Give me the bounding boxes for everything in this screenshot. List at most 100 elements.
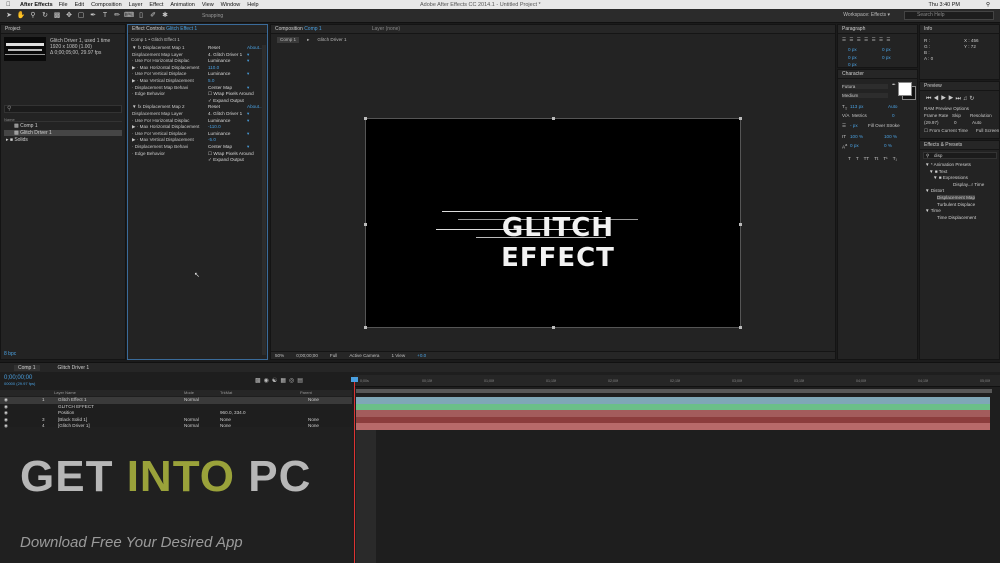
effect-property-row[interactable]: Displacement Map Layer 4. Glitch Driver 1… bbox=[132, 111, 262, 118]
bit-depth-button[interactable]: 8 bpc bbox=[4, 351, 16, 357]
baseline-shift-value[interactable]: 0 px bbox=[850, 143, 859, 148]
layer-mode-select[interactable]: Normal bbox=[184, 417, 199, 424]
visibility-eye-icon[interactable]: ◉ bbox=[4, 410, 8, 417]
full-screen-checkbox[interactable]: Full Screen bbox=[976, 128, 999, 133]
layer-duration-bar[interactable] bbox=[356, 397, 990, 404]
effect-property-row[interactable]: · Use For Vertical Displace Luminance ▾ bbox=[132, 131, 262, 138]
menu-help[interactable]: Help bbox=[247, 2, 258, 8]
effect-property-row[interactable]: ✓ Expand Output bbox=[132, 98, 262, 105]
loop-icon[interactable]: ↻ bbox=[969, 96, 976, 102]
frame-blending-icon[interactable]: ▦ bbox=[280, 378, 289, 384]
space-before[interactable]: 0 px bbox=[848, 55, 857, 60]
puppet-tool-icon[interactable]: ✱ bbox=[160, 11, 170, 20]
effect-property-row[interactable]: ▼ fx Displacement Map 1 Reset About... bbox=[132, 45, 263, 52]
ram-preview-options[interactable]: RAM Preview Options bbox=[924, 106, 969, 111]
project-search-input[interactable]: ⚲ bbox=[4, 105, 122, 113]
property-value[interactable]: Reset bbox=[208, 104, 220, 111]
magnification-select[interactable]: 50% bbox=[275, 353, 284, 358]
glitch-text-layer[interactable]: GLITCH EFFECT bbox=[448, 213, 668, 273]
layer-mode-select[interactable]: Normal bbox=[184, 397, 199, 404]
project-item-solids-folder[interactable]: ▸ ■ Solids bbox=[4, 137, 122, 143]
timeline-layer-row[interactable]: ◉ 3 [Black Solid 1] Normal None None bbox=[0, 417, 352, 424]
selection-tool-icon[interactable]: ➤ bbox=[4, 11, 14, 20]
menu-view[interactable]: View bbox=[202, 2, 214, 8]
effect-property-row[interactable]: · Use For Vertical Displace Luminance ▾ bbox=[132, 71, 262, 78]
pen-tool-icon[interactable]: ✒ bbox=[88, 11, 98, 20]
stroke-width-value[interactable]: - px bbox=[850, 123, 858, 128]
resolution-select[interactable]: Full bbox=[330, 353, 337, 358]
exposure-value[interactable]: +0.0 bbox=[417, 353, 426, 358]
skip-select[interactable]: 0 bbox=[954, 120, 957, 125]
brush-tool-icon[interactable]: ✏ bbox=[112, 11, 122, 20]
resolution-select[interactable]: Auto bbox=[972, 120, 981, 125]
views-select[interactable]: 1 View bbox=[391, 353, 405, 358]
property-value[interactable]: 110.0 bbox=[208, 65, 219, 72]
layer-duration-bar[interactable] bbox=[356, 403, 990, 411]
current-time-indicator-head[interactable] bbox=[351, 377, 358, 382]
font-size-value[interactable]: 113 px bbox=[850, 104, 863, 109]
timeline-layer-row[interactable]: ◉ 1 Glitch Effect 1 Normal None bbox=[0, 397, 352, 404]
effect-property-row[interactable]: ▶ · Max Horizontal Displacement 110.0 bbox=[132, 65, 262, 72]
tab-paragraph[interactable]: Paragraph bbox=[842, 26, 865, 32]
tab-effect-controls[interactable]: Effect Controls Glitch Effect 1 bbox=[132, 26, 197, 32]
effect-property-row[interactable]: · Use For Horizontal Displac Luminance ▾ bbox=[132, 118, 262, 125]
zoom-tool-icon[interactable]: ⚲ bbox=[28, 11, 38, 20]
pan-behind-tool-icon[interactable]: ✥ bbox=[64, 11, 74, 20]
layer-duration-bar[interactable] bbox=[356, 423, 990, 430]
composition-viewer[interactable]: GLITCH EFFECT bbox=[271, 55, 835, 359]
menu-file[interactable]: File bbox=[59, 2, 68, 8]
tab-layer[interactable]: Layer (none) bbox=[372, 26, 400, 32]
work-area-bar[interactable] bbox=[356, 389, 992, 393]
clone-tool-icon[interactable]: ⌨ bbox=[124, 11, 134, 20]
indent-left[interactable]: 0 px bbox=[848, 47, 857, 52]
composition-canvas[interactable]: GLITCH EFFECT bbox=[364, 117, 742, 329]
timeline-layer-row[interactable]: ◉ 4 [Glitch Driver 1] Normal None None bbox=[0, 423, 352, 430]
visibility-eye-icon[interactable]: ◉ bbox=[4, 417, 8, 424]
tab-preview[interactable]: Preview bbox=[924, 83, 942, 89]
layer-duration-bar[interactable] bbox=[356, 416, 990, 424]
effect-property-row[interactable]: · Use For Horizontal Displac Luminance ▾ bbox=[132, 58, 262, 65]
layer-parent-select[interactable]: None bbox=[308, 423, 319, 430]
tab-project[interactable]: Project bbox=[5, 26, 21, 32]
graph-editor-icon[interactable]: ▤ bbox=[297, 378, 306, 384]
draft-3d-icon[interactable]: ◉ bbox=[264, 378, 272, 384]
layer-parent-select[interactable]: None bbox=[308, 417, 319, 424]
property-value[interactable]: Luminance bbox=[208, 58, 230, 65]
property-value[interactable]: Center Map bbox=[208, 144, 232, 151]
breadcrumb-layer[interactable]: Glitch Driver 1 bbox=[317, 37, 346, 43]
effect-property-row[interactable]: · Edge Behavior ☐ Wrap Pixels Around bbox=[132, 91, 262, 98]
motion-blur-icon[interactable]: ◎ bbox=[289, 378, 297, 384]
property-extra[interactable]: ▾ bbox=[247, 71, 249, 78]
workspace-selector[interactable]: Workspace: Effects ▾ bbox=[843, 12, 890, 18]
tab-effects-presets[interactable]: Effects & Presets bbox=[924, 142, 962, 148]
effect-property-row[interactable]: ▶ · Max Vertical Displacement 5.0 bbox=[132, 78, 262, 85]
mask-tool-icon[interactable]: ▢ bbox=[76, 11, 86, 20]
effect-property-row[interactable]: Displacement Map Layer 4. Glitch Driver 1… bbox=[132, 52, 262, 59]
layer-mode-select[interactable]: Normal bbox=[184, 423, 199, 430]
property-extra[interactable]: ▾ bbox=[247, 118, 249, 125]
effects-tree-item[interactable]: ▼ ■ Expressions bbox=[933, 175, 968, 180]
property-value[interactable]: -5.0 bbox=[208, 137, 216, 144]
fill-color-swatch[interactable] bbox=[898, 82, 912, 96]
space-after[interactable]: 0 px bbox=[882, 55, 891, 60]
effect-property-row[interactable]: ▶ · Max Horizontal Displacement -110.0 bbox=[132, 124, 262, 131]
property-value[interactable]: 4. Glitch Driver 1 bbox=[208, 111, 242, 118]
last-frame-icon[interactable]: ⏭ bbox=[955, 96, 962, 102]
hand-tool-icon[interactable]: ✋ bbox=[16, 11, 26, 20]
clock[interactable]: Thu 3:40 PM bbox=[929, 2, 961, 8]
effect-property-row[interactable]: · Displacement Map Behavi Center Map ▾ bbox=[132, 144, 262, 151]
layer-name[interactable]: [Glitch Driver 1] bbox=[58, 423, 90, 430]
menu-animation[interactable]: Animation bbox=[170, 2, 194, 8]
effect-controls-scrollbar[interactable] bbox=[262, 45, 266, 355]
layer-trkmat-select[interactable]: 960.0, 334.0 bbox=[220, 410, 246, 417]
tab-composition[interactable]: Composition Comp 1 bbox=[275, 26, 322, 32]
property-extra[interactable]: ▾ bbox=[247, 144, 249, 151]
tab-character[interactable]: Character bbox=[842, 71, 864, 77]
roto-tool-icon[interactable]: ✐ bbox=[148, 11, 158, 20]
visibility-eye-icon[interactable]: ◉ bbox=[4, 404, 8, 411]
tab-glitch-driver[interactable]: Glitch Driver 1 bbox=[58, 365, 90, 371]
layer-name[interactable]: GLITCH EFFECT bbox=[58, 404, 94, 411]
type-tool-icon[interactable]: T bbox=[100, 11, 110, 20]
camera-tool-icon[interactable]: ▩ bbox=[52, 11, 62, 20]
effects-tree-item[interactable]: Time Displacement bbox=[937, 215, 976, 220]
